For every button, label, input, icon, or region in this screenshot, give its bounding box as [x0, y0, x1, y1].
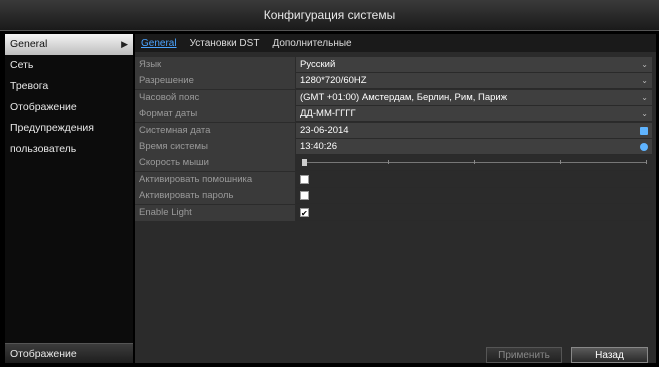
date-format-select[interactable]: ДД-ММ-ГГГГ ⌄ — [296, 106, 652, 123]
timezone-value: (GMT +01:00) Амстердам, Берлин, Рим, Пар… — [300, 91, 508, 103]
slider-track[interactable] — [302, 159, 647, 167]
apply-button[interactable]: Применить — [486, 347, 562, 363]
sidebar: General ▶ Сеть Тревога Отображение Преду… — [5, 34, 133, 363]
sidebar-bottom-display[interactable]: Отображение — [5, 343, 133, 363]
system-date-value: 23-06-2014 — [300, 124, 349, 136]
timezone-label: Часовой пояс — [135, 89, 295, 106]
row-mouse-speed: Скорость мыши — [135, 155, 656, 172]
sidebar-item-display[interactable]: Отображение — [5, 97, 133, 118]
system-time-label: Время системы — [135, 138, 295, 155]
sidebar-item-general[interactable]: General ▶ — [5, 34, 133, 55]
mouse-speed-label: Скорость мыши — [135, 155, 295, 172]
mouse-speed-slider[interactable] — [296, 155, 652, 172]
language-value: Русский — [300, 59, 336, 70]
row-password: Активировать пароль — [135, 188, 656, 205]
row-resolution: Разрешение 1280*720/60HZ ⌄ — [135, 73, 656, 90]
clock-icon[interactable] — [640, 142, 648, 151]
sidebar-item-network[interactable]: Сеть — [5, 55, 133, 76]
language-label: Язык — [135, 57, 295, 73]
tab-bar: General Установки DST Дополнительные — [135, 34, 656, 52]
slider-tick — [474, 160, 475, 165]
sidebar-item-warnings[interactable]: Предупреждения — [5, 118, 133, 139]
tab-advanced[interactable]: Дополнительные — [272, 38, 351, 52]
chevron-down-icon: ⌄ — [641, 109, 648, 119]
sidebar-item-label: General — [10, 38, 48, 50]
sidebar-item-label: Тревога — [10, 80, 49, 92]
system-date-label: Системная дата — [135, 122, 295, 139]
light-label: Enable Light — [135, 204, 295, 221]
row-light: Enable Light — [135, 204, 656, 222]
wizard-checkbox[interactable] — [300, 174, 309, 184]
back-button[interactable]: Назад — [571, 347, 648, 363]
tab-general[interactable]: General — [141, 38, 177, 52]
sidebar-item-label: пользователь — [10, 143, 77, 155]
settings-form: Язык Русский ⌄ Разрешение 1280*720/60HZ … — [135, 57, 656, 222]
sidebar-item-label: Сеть — [10, 59, 34, 71]
chevron-right-icon: ▶ — [121, 39, 128, 49]
window-titlebar: Конфигурация системы — [0, 0, 659, 31]
row-date-format: Формат даты ДД-ММ-ГГГГ ⌄ — [135, 106, 656, 123]
sidebar-item-label: Отображение — [10, 101, 77, 113]
sidebar-item-label: Предупреждения — [10, 122, 94, 134]
light-checkbox[interactable] — [300, 206, 309, 222]
timezone-select[interactable]: (GMT +01:00) Амстердам, Берлин, Рим, Пар… — [296, 89, 652, 106]
password-field — [296, 188, 652, 205]
sidebar-item-alarm[interactable]: Тревога — [5, 76, 133, 97]
chevron-down-icon: ⌄ — [641, 92, 648, 102]
window-title: Конфигурация системы — [263, 8, 396, 22]
slider-tick — [388, 160, 389, 165]
light-field — [296, 205, 652, 222]
language-select[interactable]: Русский ⌄ — [296, 57, 652, 73]
row-wizard: Активировать помошника — [135, 171, 656, 188]
system-time-field[interactable]: 13:40:26 — [296, 138, 652, 155]
sidebar-item-user[interactable]: пользователь — [5, 139, 133, 160]
calendar-icon[interactable] — [640, 126, 648, 135]
resolution-label: Разрешение — [135, 73, 295, 90]
row-language: Язык Русский ⌄ — [135, 57, 656, 73]
row-timezone: Часовой пояс (GMT +01:00) Амстердам, Бер… — [135, 89, 656, 106]
system-date-field[interactable]: 23-06-2014 — [296, 122, 652, 139]
main-panel: General Установки DST Дополнительные Язы… — [135, 34, 656, 363]
sidebar-bottom-label: Отображение — [10, 348, 77, 360]
slider-handle[interactable] — [302, 159, 307, 167]
row-system-date: Системная дата 23-06-2014 — [135, 122, 656, 139]
password-checkbox[interactable] — [300, 191, 309, 201]
chevron-down-icon: ⌄ — [641, 60, 648, 69]
wizard-label: Активировать помошника — [135, 171, 295, 188]
password-label: Активировать пароль — [135, 188, 295, 205]
system-time-value: 13:40:26 — [300, 140, 337, 152]
slider-tick — [646, 160, 647, 165]
wizard-field — [296, 172, 652, 188]
resolution-value: 1280*720/60HZ — [300, 75, 367, 87]
tab-dst[interactable]: Установки DST — [190, 38, 260, 52]
date-format-value: ДД-ММ-ГГГГ — [300, 108, 356, 120]
chevron-down-icon: ⌄ — [641, 76, 648, 86]
row-system-time: Время системы 13:40:26 — [135, 138, 656, 155]
date-format-label: Формат даты — [135, 106, 295, 123]
slider-tick — [560, 160, 561, 165]
resolution-select[interactable]: 1280*720/60HZ ⌄ — [296, 73, 652, 90]
